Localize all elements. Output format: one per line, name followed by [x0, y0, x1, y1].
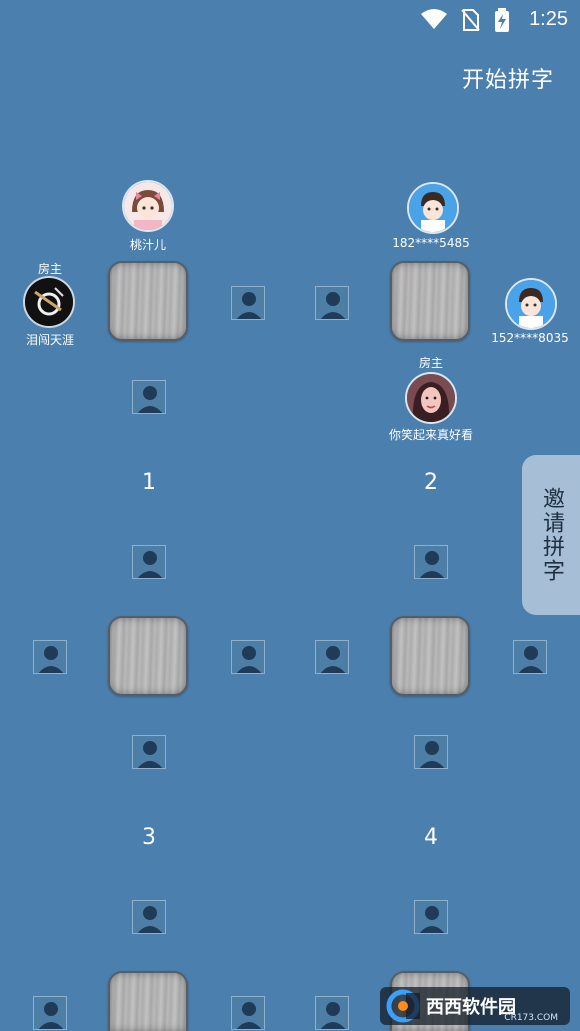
host-tag-t2: 房主 [418, 356, 444, 370]
avatar-placeholder-icon [419, 551, 445, 578]
player-avatar-t2-top[interactable] [407, 182, 459, 234]
empty-seat-t4-right[interactable] [513, 640, 547, 674]
player-name-t2-top: 182****5485 [392, 236, 470, 250]
player-avatar-t1-top[interactable] [122, 180, 174, 232]
empty-seat-t5-top[interactable] [132, 900, 166, 934]
battery-charging-icon [494, 8, 510, 36]
watermark-subtext: CR173.COM [504, 1013, 558, 1023]
table-number-2: 2 [424, 470, 438, 495]
cartoon-girl-avatar-icon [124, 182, 172, 230]
no-sim-icon [460, 8, 480, 36]
avatar-placeholder-icon [320, 646, 346, 673]
empty-seat-t1-bottom[interactable] [132, 380, 166, 414]
avatar-placeholder-icon [419, 906, 445, 933]
status-time: 1:25 [529, 8, 568, 30]
empty-seat-t3-left[interactable] [33, 640, 67, 674]
player-name-t1-left: 泪闯天涯 [25, 333, 75, 347]
avatar-placeholder-icon [320, 292, 346, 319]
ink-logo-avatar-icon [25, 278, 73, 326]
table-2[interactable] [390, 261, 470, 341]
table-1[interactable] [108, 261, 188, 341]
invite-button[interactable]: 邀请拼字 [522, 455, 580, 615]
host-tag-t1: 房主 [37, 262, 63, 276]
empty-seat-t4-bottom[interactable] [414, 735, 448, 769]
avatar-placeholder-icon [419, 741, 445, 768]
table-3[interactable] [108, 616, 188, 696]
player-name-t1-top: 桃汁儿 [129, 238, 167, 252]
watermark: 西西软件园 CR173.COM [380, 987, 570, 1025]
avatar-placeholder-icon [38, 1002, 64, 1029]
avatar-placeholder-icon [137, 906, 163, 933]
invite-label: 邀请拼字 [539, 487, 564, 583]
player-name-t2-bottom: 你笑起来真好看 [388, 428, 474, 442]
status-bar: 1:25 [0, 0, 580, 40]
avatar-placeholder-icon [236, 646, 262, 673]
woman-photo-avatar-icon [407, 374, 455, 422]
table-number-1: 1 [142, 470, 156, 495]
table-number-3: 3 [142, 825, 156, 850]
watermark-text: 西西软件园 [426, 997, 516, 1018]
wifi-icon [420, 8, 448, 34]
player-avatar-t2-bottom[interactable] [405, 372, 457, 424]
site-logo-icon [386, 989, 420, 1023]
empty-seat-t3-bottom[interactable] [132, 735, 166, 769]
start-game-button[interactable]: 开始拼字 [462, 62, 554, 94]
empty-seat-t6-top[interactable] [414, 900, 448, 934]
empty-seat-t4-top[interactable] [414, 545, 448, 579]
cartoon-boy-avatar-icon [507, 280, 555, 328]
avatar-placeholder-icon [137, 386, 163, 413]
table-4[interactable] [390, 616, 470, 696]
empty-seat-t2-left[interactable] [315, 286, 349, 320]
avatar-placeholder-icon [137, 741, 163, 768]
table-number-4: 4 [424, 825, 438, 850]
empty-seat-t4-left[interactable] [315, 640, 349, 674]
table-5[interactable] [108, 971, 188, 1031]
empty-seat-t5-left[interactable] [33, 996, 67, 1030]
avatar-placeholder-icon [38, 646, 64, 673]
avatar-placeholder-icon [236, 292, 262, 319]
avatar-placeholder-icon [236, 1002, 262, 1029]
player-name-t2-right: 152****8035 [491, 331, 569, 345]
avatar-placeholder-icon [137, 551, 163, 578]
empty-seat-t3-top[interactable] [132, 545, 166, 579]
avatar-placeholder-icon [320, 1002, 346, 1029]
avatar-placeholder-icon [518, 646, 544, 673]
empty-seat-t6-left[interactable] [315, 996, 349, 1030]
empty-seat-t3-right[interactable] [231, 640, 265, 674]
empty-seat-t5-right[interactable] [231, 996, 265, 1030]
empty-seat-t1-right[interactable] [231, 286, 265, 320]
cartoon-boy-avatar-icon [409, 184, 457, 232]
player-avatar-t2-right[interactable] [505, 278, 557, 330]
player-avatar-t1-left[interactable] [23, 276, 75, 328]
